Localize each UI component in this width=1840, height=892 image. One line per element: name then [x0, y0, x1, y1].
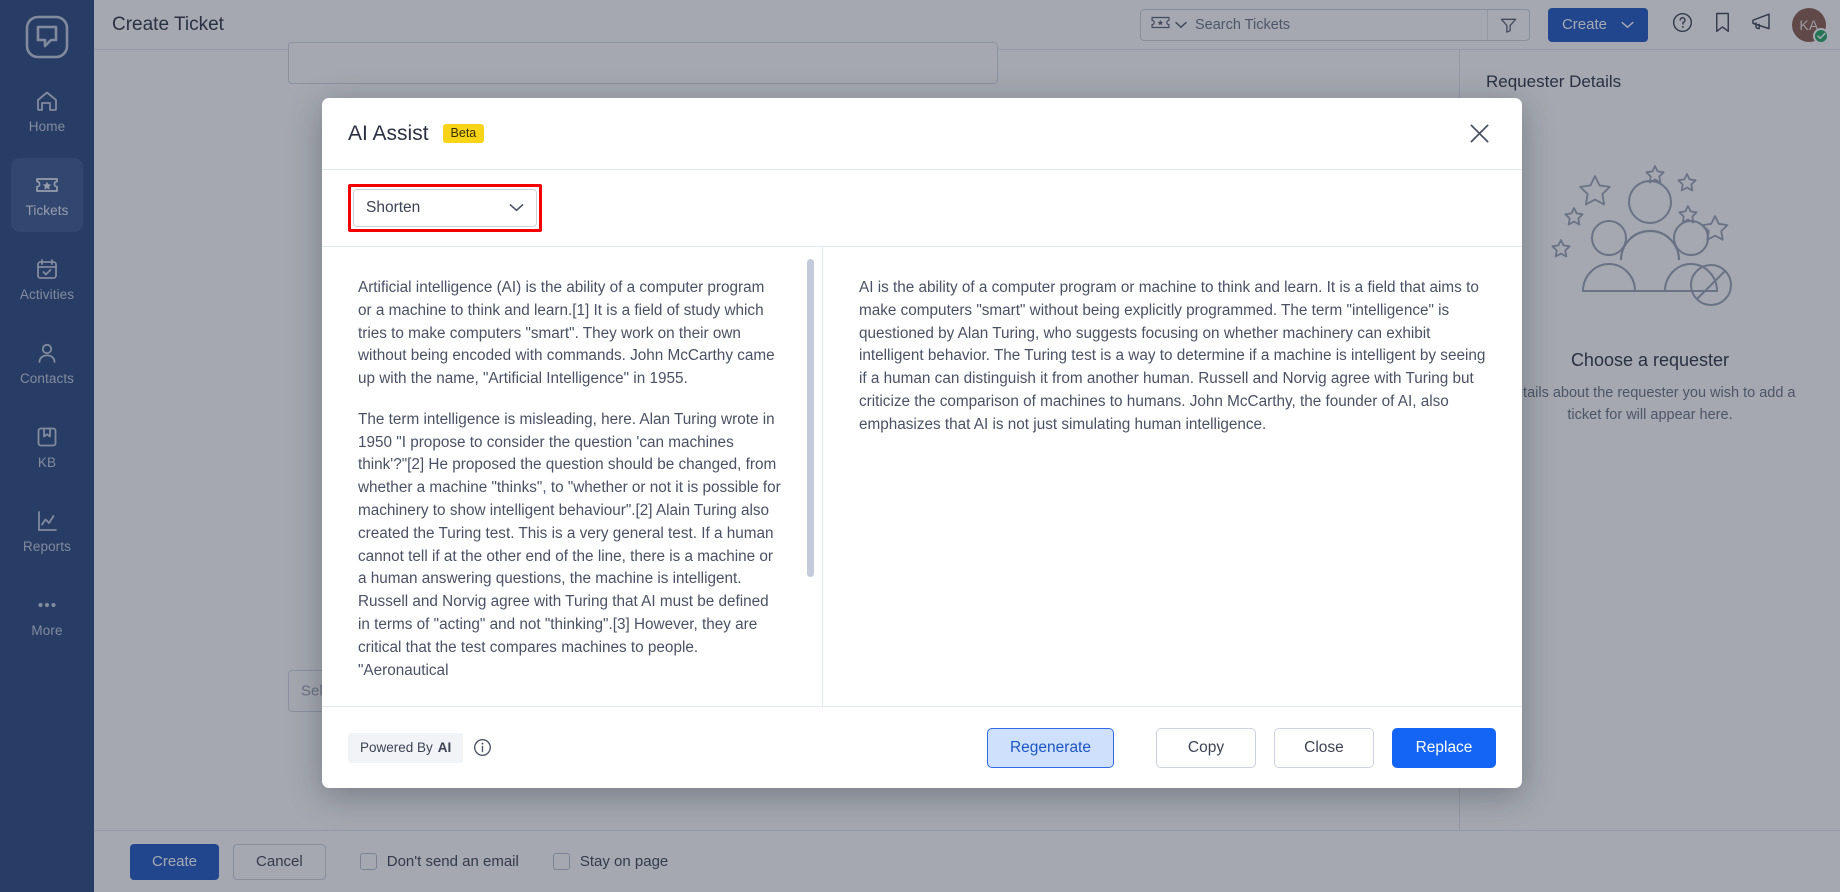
source-paragraph: The term intelligence is misleading, her… — [358, 410, 781, 679]
dialog-footer: Powered By AI Regenerate Copy Close Repl… — [322, 706, 1522, 788]
ai-action-select[interactable]: Shorten — [353, 189, 537, 227]
dialog-title: AI Assist — [348, 121, 429, 145]
source-text-content: Artificial intelligence (AI) is the abil… — [358, 277, 786, 682]
result-paragraph: AI is the ability of a computer program … — [859, 279, 1486, 433]
dialog-footer-actions: Copy Close Replace — [1156, 727, 1496, 768]
source-text-pane[interactable]: Artificial intelligence (AI) is the abil… — [322, 247, 822, 706]
dialog-toolbar: Shorten — [322, 170, 1522, 247]
result-text-pane[interactable]: AI is the ability of a computer program … — [822, 247, 1522, 706]
app-root: Home Tickets Activities Contacts KB Repo… — [0, 0, 1840, 892]
regenerate-button[interactable]: Regenerate — [986, 727, 1114, 768]
ai-assist-dialog: AI Assist Beta Shorten Artificial intell… — [322, 98, 1522, 788]
source-paragraph: Artificial intelligence (AI) is the abil… — [358, 279, 775, 388]
powered-by-prefix: Powered By — [360, 740, 433, 755]
source-pane-scrollbar[interactable] — [807, 259, 814, 706]
dialog-header: AI Assist Beta — [322, 98, 1522, 170]
info-circle-icon[interactable] — [473, 738, 492, 757]
powered-by-ai-badge: Powered By AI — [348, 732, 464, 763]
chevron-down-icon — [509, 199, 524, 217]
powered-by-strong: AI — [437, 740, 452, 755]
action-select-highlight: Shorten — [348, 184, 542, 232]
ai-action-select-value: Shorten — [366, 199, 421, 216]
replace-button[interactable]: Replace — [1392, 727, 1496, 768]
scrollbar-thumb[interactable] — [807, 259, 814, 577]
close-button[interactable]: Close — [1274, 727, 1374, 768]
dialog-body: Artificial intelligence (AI) is the abil… — [322, 247, 1522, 706]
beta-badge: Beta — [442, 124, 485, 143]
copy-button[interactable]: Copy — [1156, 727, 1256, 768]
close-icon[interactable] — [1462, 117, 1496, 151]
